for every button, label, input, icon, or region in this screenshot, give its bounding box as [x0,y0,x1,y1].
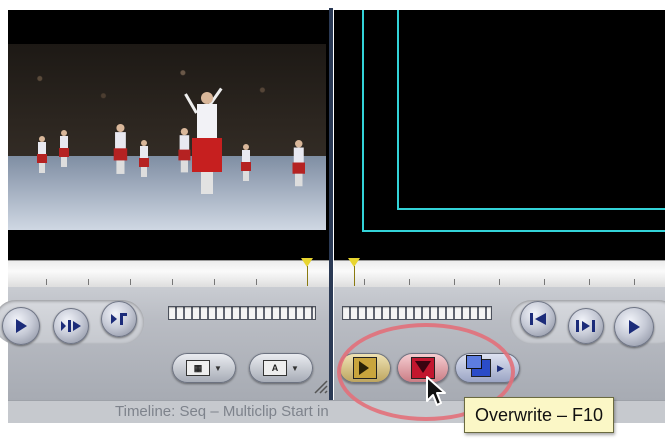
canvas-play-button[interactable] [614,307,654,347]
viewer-play-button[interactable] [2,307,40,345]
skater-figure [36,136,48,176]
canvas-window: ▦ ▼ A ▼ ▶ Timeline: Seq – Multiclip Star… [0,0,665,445]
skater-figure [290,140,308,190]
skater-figure [240,144,252,184]
viewer-scrubber-bar[interactable] [8,260,329,288]
mouse-pointer-icon [426,376,446,406]
skater-figure [58,130,70,170]
previous-edit-button[interactable] [520,301,556,337]
lead-skater-figure [184,87,223,202]
play-around-current-button[interactable] [53,308,89,344]
overlay-popup-icon: A [263,360,288,376]
viewer-jog-control[interactable] [168,306,316,320]
resize-grip-icon[interactable] [310,376,328,394]
overlay-popup-button[interactable]: A ▼ [249,353,313,383]
skater-figure [176,128,193,176]
arena-crowd [8,44,326,160]
overwrite-tooltip: Overwrite – F10 [464,397,615,433]
previous-edit-icon [530,313,546,325]
play-icon [16,319,27,333]
canvas-scrubber-bar[interactable] [334,260,665,288]
status-bar-text: Timeline: Seq – Multiclip Start in [115,403,329,420]
viewer-video-frame [8,44,326,230]
canvas-jog-control[interactable] [342,306,492,320]
view-popup-icon: ▦ [186,360,211,376]
window-divider [329,8,333,400]
skater-figure [138,140,150,180]
ice-rink [8,155,326,230]
view-popup-button[interactable]: ▦ ▼ [172,353,236,383]
mark-clip-icon [111,313,127,325]
action-safe-overlay [397,10,665,210]
canvas-playhead-line [354,266,355,286]
play-in-to-out-icon [576,320,595,332]
play-icon [629,320,640,334]
skater-figure [111,124,130,205]
chevron-down-icon: ▼ [214,363,222,373]
tooltip-text: Overwrite – F10 [475,404,604,425]
play-in-to-out-button[interactable] [568,308,604,344]
play-around-current-icon [61,320,81,332]
chevron-down-icon: ▼ [291,363,299,373]
viewer-playhead-line [307,266,308,286]
mark-clip-button[interactable] [101,301,137,337]
